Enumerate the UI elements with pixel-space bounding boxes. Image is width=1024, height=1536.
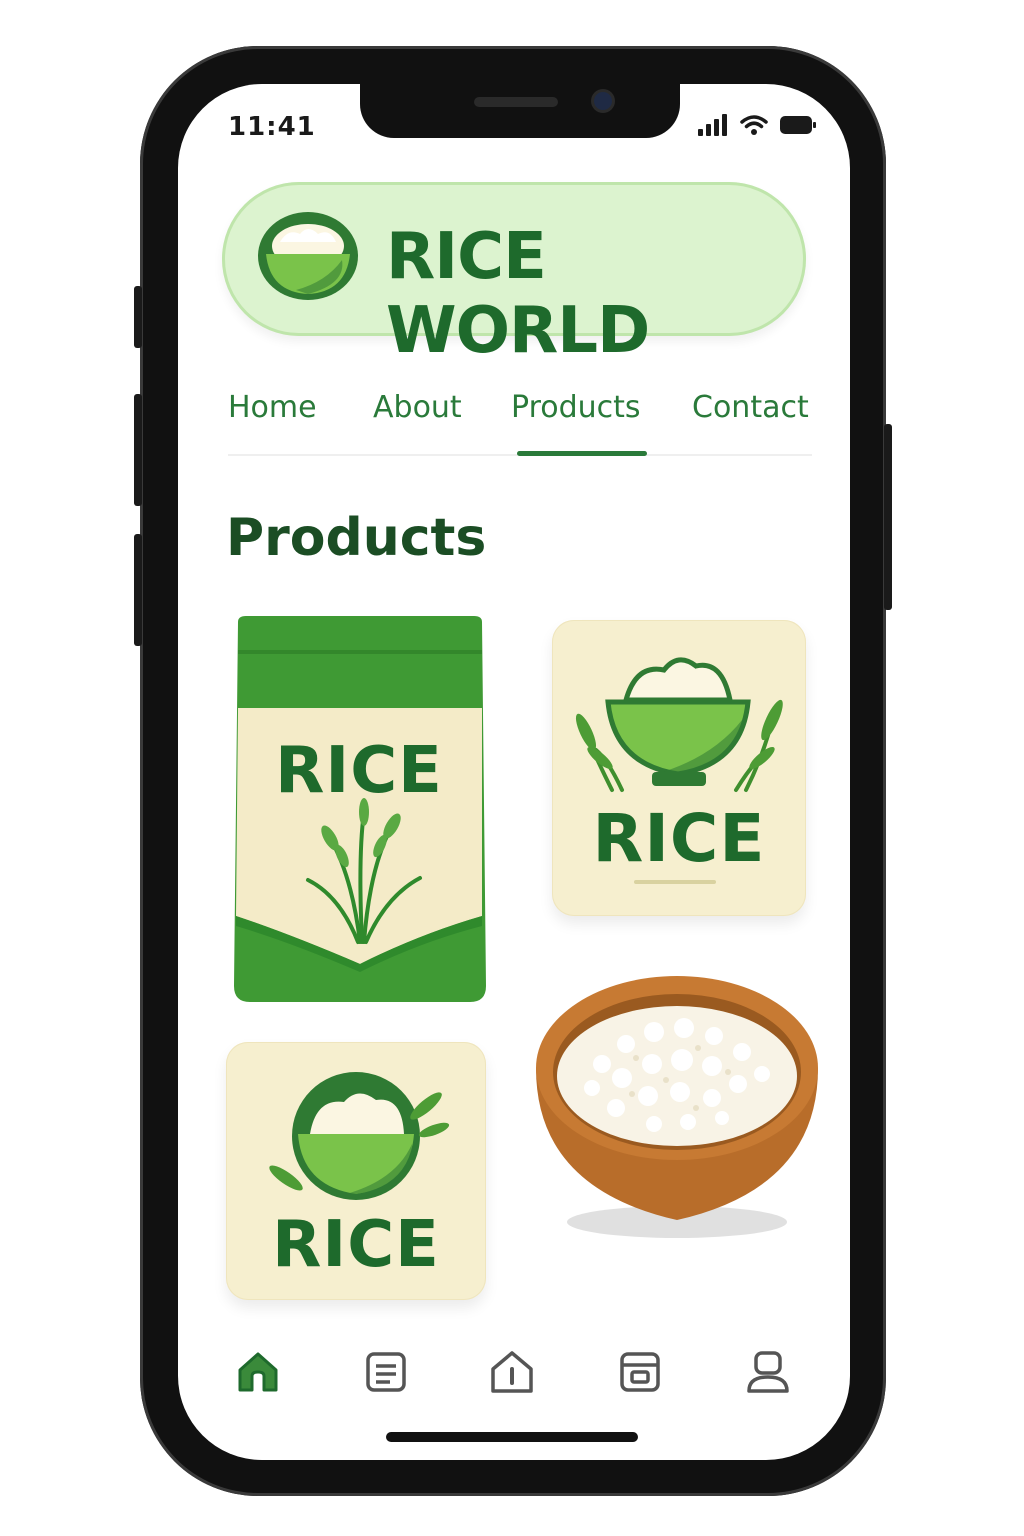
divider-line xyxy=(634,880,716,884)
volume-up-button xyxy=(134,394,142,506)
product-card-rice-bag[interactable]: RICE xyxy=(230,616,488,1006)
tab-info[interactable] xyxy=(482,1342,542,1402)
profile-icon xyxy=(747,1351,789,1393)
wooden-rice-bowl-image xyxy=(536,976,818,1238)
phone-screen: 11:41 RICE WORLD Home About Products Con… xyxy=(178,84,850,1460)
nav-home[interactable]: Home xyxy=(228,390,317,425)
product-label: RICE xyxy=(275,734,443,808)
notch xyxy=(360,84,680,138)
signal-icon xyxy=(698,114,727,136)
silent-switch xyxy=(134,286,142,348)
product-card-rice-bowl-logo[interactable]: RICE xyxy=(552,620,806,916)
info-icon xyxy=(491,1351,533,1393)
tab-profile[interactable] xyxy=(738,1342,798,1402)
status-time: 11:41 xyxy=(228,112,316,142)
brand-name: RICE WORLD xyxy=(386,220,650,368)
nav-active-indicator xyxy=(517,451,647,456)
front-camera xyxy=(594,92,612,110)
page-title: Products xyxy=(226,508,487,568)
battery-icon xyxy=(780,116,816,134)
product-card-wooden-rice-bowl[interactable] xyxy=(532,968,822,1248)
nav-products[interactable]: Products xyxy=(511,390,641,425)
power-button xyxy=(884,424,892,610)
home-icon xyxy=(238,1352,278,1392)
tab-home[interactable] xyxy=(228,1342,288,1402)
list-icon xyxy=(366,1352,406,1392)
rice-bowl-icon xyxy=(258,212,358,300)
status-icons xyxy=(698,114,816,136)
product-label: RICE xyxy=(272,1208,440,1282)
home-indicator[interactable] xyxy=(386,1432,638,1442)
tab-archive[interactable] xyxy=(610,1342,670,1402)
product-card-rice-bowl-badge[interactable]: RICE xyxy=(226,1042,486,1300)
brand-header[interactable]: RICE WORLD xyxy=(222,182,806,368)
rice-bowl-badge-image xyxy=(269,1072,450,1200)
wifi-icon xyxy=(740,115,768,135)
top-nav: Home About Products Contact xyxy=(228,390,818,460)
rice-bag-image xyxy=(234,616,486,1002)
volume-down-button xyxy=(134,534,142,646)
product-label: RICE xyxy=(592,800,766,877)
nav-about[interactable]: About xyxy=(373,390,462,425)
archive-icon xyxy=(620,1352,660,1392)
bottom-tab-bar xyxy=(178,1342,850,1412)
rice-bowl-logo-image xyxy=(575,657,783,792)
speaker-grille xyxy=(474,97,558,107)
nav-contact[interactable]: Contact xyxy=(692,390,809,425)
tab-list[interactable] xyxy=(356,1342,416,1402)
